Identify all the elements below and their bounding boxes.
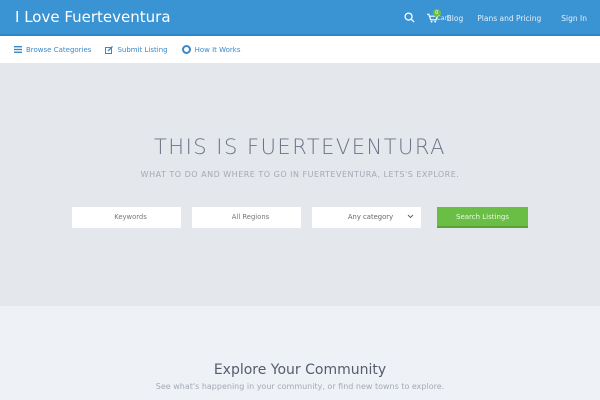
submit-listing-link[interactable]: Submit Listing bbox=[105, 45, 168, 54]
hero-subtitle: WHAT TO DO AND WHERE TO GO IN FUERTEVENT… bbox=[140, 170, 460, 179]
search-icon[interactable] bbox=[404, 11, 415, 25]
chevron-down-icon bbox=[407, 207, 414, 228]
menu-icon bbox=[14, 46, 22, 53]
search-listings-button[interactable]: Search Listings bbox=[437, 207, 528, 228]
lifebuoy-icon bbox=[181, 45, 191, 54]
edit-icon bbox=[105, 45, 114, 54]
section-title: Explore Your Community bbox=[213, 362, 387, 378]
regions-input[interactable]: All Regions bbox=[192, 207, 301, 228]
nav-sign-in[interactable]: Sign In bbox=[561, 14, 587, 23]
site-title[interactable]: I Love Fuerteventura bbox=[15, 8, 171, 26]
keywords-input[interactable]: Keywords bbox=[72, 207, 181, 228]
how-it-works-link[interactable]: How It Works bbox=[181, 45, 241, 54]
cart-label: Cart bbox=[436, 15, 450, 22]
hero-title: THIS IS FUERTEVENTURA bbox=[153, 135, 447, 159]
how-it-works-label: How It Works bbox=[194, 45, 241, 54]
community-section: Explore Your Community See what's happen… bbox=[0, 362, 600, 391]
section-subtitle: See what's happening in your community, … bbox=[155, 382, 445, 391]
category-select[interactable]: Any category bbox=[312, 207, 421, 228]
top-bar: I Love Fuerteventura 0 Cart Blog Plans a… bbox=[0, 0, 600, 36]
cart-button[interactable]: 0 Cart bbox=[426, 8, 463, 28]
hero-section: THIS IS FUERTEVENTURA WHAT TO DO AND WHE… bbox=[0, 64, 600, 306]
nav-plans-pricing[interactable]: Plans and Pricing bbox=[477, 14, 541, 23]
category-value: Any category bbox=[347, 213, 394, 221]
browse-categories-link[interactable]: Browse Categories bbox=[14, 46, 91, 54]
browse-categories-label: Browse Categories bbox=[26, 45, 92, 54]
sub-nav: Browse Categories Submit Listing How It … bbox=[0, 36, 600, 64]
submit-listing-label: Submit Listing bbox=[117, 45, 168, 54]
